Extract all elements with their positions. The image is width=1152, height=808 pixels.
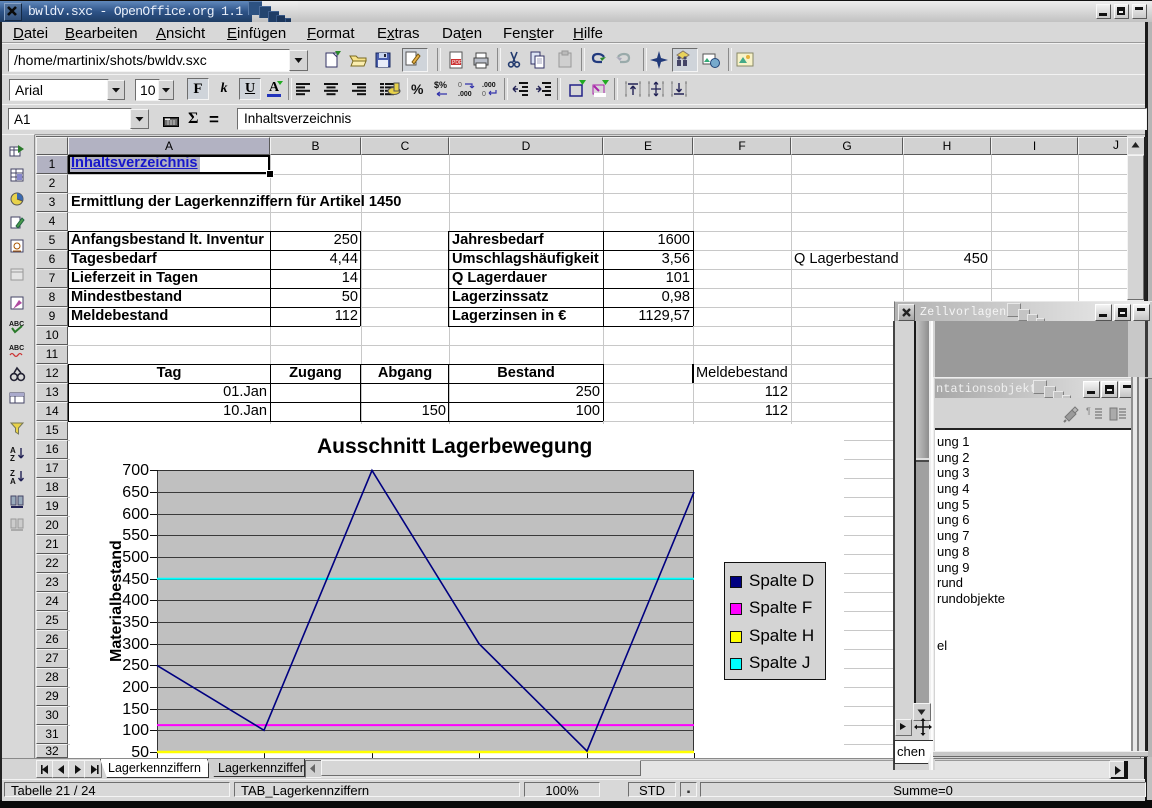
svg-text:ABC: ABC [9, 345, 24, 352]
svg-text:¶: ¶ [1086, 406, 1091, 416]
svg-text:PDF: PDF [452, 60, 462, 66]
svg-text:.000: .000 [458, 91, 472, 98]
svg-text:.000: .000 [482, 82, 496, 89]
svg-text:Z: Z [10, 454, 15, 462]
svg-text:0: 0 [458, 82, 462, 89]
svg-text:0: 0 [482, 91, 486, 98]
svg-text:$%: $% [434, 80, 447, 90]
svg-text:A: A [10, 477, 16, 485]
svg-text:%: % [411, 81, 424, 97]
